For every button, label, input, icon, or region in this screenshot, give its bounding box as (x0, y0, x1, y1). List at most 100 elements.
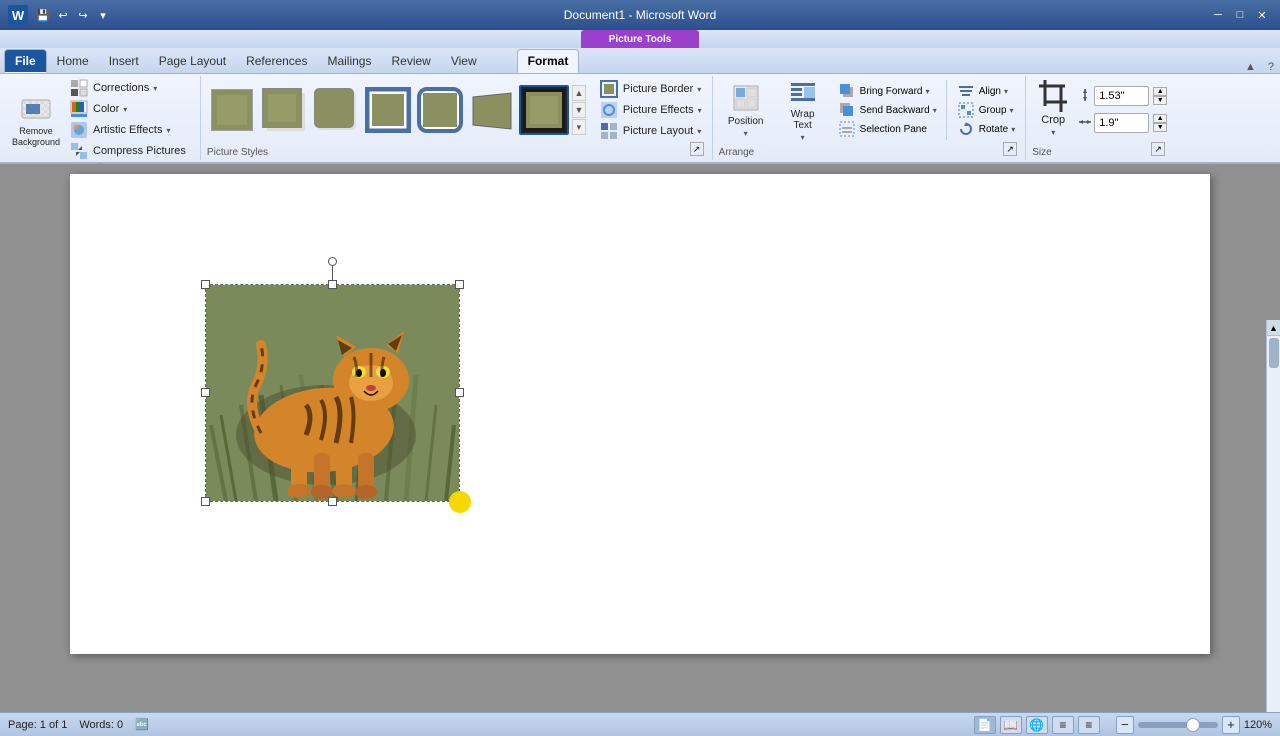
tab-review[interactable]: Review (381, 49, 440, 73)
tab-view[interactable]: View (441, 49, 487, 73)
print-layout-btn[interactable]: 📄 (974, 716, 996, 734)
color-dropdown-arrow: ▾ (123, 105, 127, 114)
position-dropdown: ▾ (744, 129, 748, 138)
scroll-up-button[interactable]: ▲ (1267, 320, 1280, 336)
tab-file[interactable]: File (4, 49, 47, 73)
align-label: Align (979, 86, 1001, 97)
help-btn[interactable]: ? (1262, 61, 1280, 73)
minimize-button[interactable]: ─ (1208, 6, 1228, 24)
align-dropdown: ▾ (1004, 87, 1008, 96)
height-up-btn[interactable]: ▲ (1153, 87, 1167, 96)
tab-format[interactable]: Format (517, 49, 580, 73)
align-button[interactable]: Align ▾ (952, 82, 1019, 100)
document-area: ▲ ▼ (0, 164, 1280, 712)
resize-handle-bottom-left[interactable] (201, 497, 210, 506)
tab-page-layout[interactable]: Page Layout (149, 49, 236, 73)
corrections-button[interactable]: Corrections ▾ (65, 78, 194, 98)
crop-button[interactable]: Crop ▾ (1032, 78, 1074, 138)
compress-icon (69, 141, 89, 161)
height-spin-buttons: ▲ ▼ (1153, 87, 1167, 105)
height-down-btn[interactable]: ▼ (1153, 96, 1167, 105)
color-label: Color (93, 103, 119, 115)
status-right: 📄 📖 🌐 ≡ ≡ − + 120% (974, 716, 1272, 734)
ribbon-collapse-btn[interactable]: ▲ (1239, 61, 1262, 73)
web-layout-btn[interactable]: 🌐 (1026, 716, 1048, 734)
picture-style-4[interactable] (363, 85, 413, 135)
rotate-button[interactable]: Rotate ▾ (952, 120, 1019, 138)
wrap-text-label: WrapText (791, 109, 815, 131)
yellow-dot[interactable] (449, 491, 471, 513)
picture-layout-button[interactable]: Picture Layout ▾ (595, 121, 706, 141)
size-inner: Crop ▾ (1032, 78, 1167, 138)
arrange-group-label: Arrange (719, 145, 755, 158)
picture-effects-dropdown: ▾ (698, 106, 702, 115)
gallery-scroll-up[interactable]: ▲ (572, 85, 586, 101)
picture-tools-label: Picture Tools (581, 30, 700, 48)
resize-handle-bottom-center[interactable] (328, 497, 337, 506)
width-up-btn[interactable]: ▲ (1153, 114, 1167, 123)
width-spinner: ▲ ▼ (1078, 113, 1167, 133)
picture-style-5[interactable] (415, 85, 465, 135)
save-qat-btn[interactable]: 💾 (34, 6, 52, 24)
tiger-image-container[interactable] (205, 284, 460, 502)
picture-effects-button[interactable]: Picture Effects ▾ (595, 100, 706, 120)
group-dropdown: ▾ (1010, 106, 1014, 115)
draft-btn[interactable]: ≡ (1078, 716, 1100, 734)
send-backward-button[interactable]: Send Backward ▾ (833, 101, 941, 119)
picture-styles-dialog-launcher[interactable]: ↗ (690, 142, 704, 156)
undo-qat-btn[interactable]: ↩ (54, 6, 72, 24)
resize-handle-top-right[interactable] (455, 280, 464, 289)
width-input[interactable] (1094, 113, 1149, 133)
compress-pictures-button[interactable]: Compress Pictures (65, 141, 194, 161)
size-spinners: ▲ ▼ (1078, 78, 1167, 135)
scroll-track[interactable] (1267, 336, 1280, 712)
arrange-dialog-launcher[interactable]: ↗ (1003, 142, 1017, 156)
group-button[interactable]: Group ▾ (952, 101, 1019, 119)
scroll-thumb[interactable] (1269, 338, 1279, 368)
artistic-effects-button[interactable]: Artistic Effects ▾ (65, 120, 194, 140)
wrap-text-button[interactable]: WrapText ▾ (776, 80, 830, 140)
zoom-level: 120% (1244, 719, 1272, 731)
maximize-button[interactable]: □ (1230, 6, 1250, 24)
customize-qat-btn[interactable]: ▾ (94, 6, 112, 24)
arrange-col: Bring Forward ▾ Send Backward ▾ (833, 82, 941, 138)
scrollbar-right: ▲ ▼ (1266, 320, 1280, 712)
outline-btn[interactable]: ≡ (1052, 716, 1074, 734)
picture-style-7[interactable] (519, 85, 569, 135)
size-dialog-launcher[interactable]: ↗ (1151, 142, 1165, 156)
picture-style-6[interactable] (467, 85, 517, 135)
color-button[interactable]: Color ▾ (65, 99, 194, 119)
picture-style-1[interactable] (207, 85, 257, 135)
picture-layout-icon (599, 121, 619, 141)
close-button[interactable]: ✕ (1252, 6, 1272, 24)
gallery-more[interactable]: ▾ (572, 119, 586, 135)
tab-references[interactable]: References (236, 49, 317, 73)
tab-insert[interactable]: Insert (99, 49, 149, 73)
picture-border-button[interactable]: Picture Border ▾ (595, 79, 706, 99)
bring-forward-label: Bring Forward (860, 86, 923, 97)
width-spin-buttons: ▲ ▼ (1153, 114, 1167, 132)
picture-style-3[interactable] (311, 85, 361, 135)
zoom-out-btn[interactable]: − (1116, 716, 1134, 734)
tab-mailings[interactable]: Mailings (317, 49, 381, 73)
tab-home[interactable]: Home (47, 49, 99, 73)
zoom-in-btn[interactable]: + (1222, 716, 1240, 734)
resize-handle-middle-left[interactable] (201, 388, 210, 397)
zoom-slider[interactable] (1138, 722, 1218, 728)
rotate-handle[interactable] (328, 257, 337, 266)
height-input[interactable] (1094, 86, 1149, 106)
bring-forward-button[interactable]: Bring Forward ▾ (833, 82, 941, 100)
resize-handle-top-left[interactable] (201, 280, 210, 289)
send-backward-icon (837, 100, 857, 120)
width-down-btn[interactable]: ▼ (1153, 123, 1167, 132)
title-bar-left: W 💾 ↩ ↪ ▾ (8, 5, 112, 25)
gallery-scroll-down[interactable]: ▼ (572, 102, 586, 118)
full-reading-btn[interactable]: 📖 (1000, 716, 1022, 734)
selection-pane-button[interactable]: Selection Pane (833, 120, 941, 138)
resize-handle-top-center[interactable] (328, 280, 337, 289)
resize-handle-middle-right[interactable] (455, 388, 464, 397)
remove-background-button[interactable]: RemoveBackground (10, 86, 62, 154)
redo-qat-btn[interactable]: ↪ (74, 6, 92, 24)
picture-style-2[interactable] (259, 85, 309, 135)
position-button[interactable]: Position ▾ (719, 80, 773, 140)
